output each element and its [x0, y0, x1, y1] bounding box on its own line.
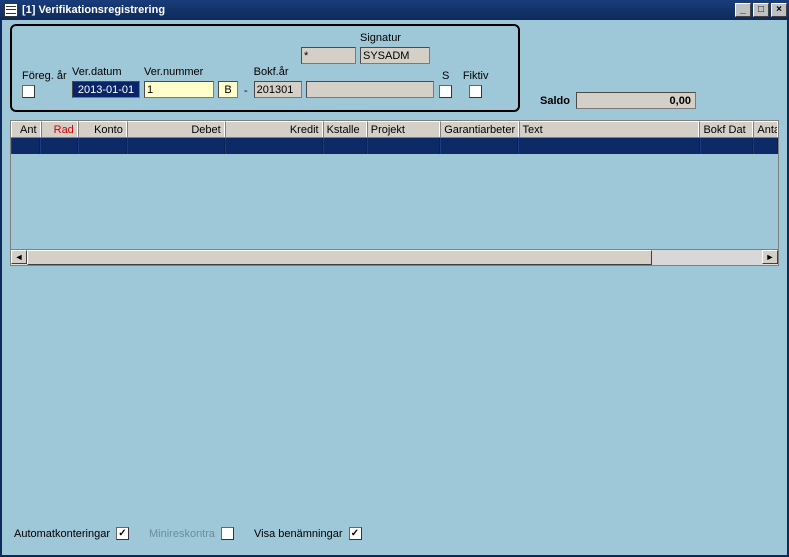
scroll-thumb[interactable]: [27, 250, 652, 265]
saldo-group: Saldo 0,00: [540, 92, 696, 109]
app-icon: [4, 3, 18, 17]
verification-grid: AntRadKontoDebetKreditKstalleProjektGara…: [10, 120, 779, 266]
saldo-label: Saldo: [540, 95, 570, 107]
column-header[interactable]: Garantiarbeter: [440, 121, 518, 137]
column-header[interactable]: Ant: [11, 121, 41, 137]
bokf-ar-input[interactable]: 201301: [254, 81, 302, 98]
scroll-track[interactable]: [27, 250, 762, 265]
bokf-ar-label: Bokf.år: [254, 66, 302, 78]
foreg-ar-checkbox[interactable]: [22, 85, 35, 98]
signatur-label: Signatur: [360, 32, 430, 44]
signatur-top-label: [301, 32, 356, 44]
saldo-value: 0,00: [576, 92, 696, 109]
scroll-left-button[interactable]: ◄: [11, 250, 27, 264]
column-header[interactable]: Rad: [41, 121, 78, 137]
ver-nummer-label: Ver.nummer: [144, 66, 214, 78]
fiktiv-label: Fiktiv: [463, 70, 489, 82]
column-header[interactable]: Text: [519, 121, 700, 137]
bottom-bar: Automatkonteringar ✓ Minireskontra Visa …: [14, 527, 362, 540]
s-checkbox[interactable]: [439, 85, 452, 98]
header-form: * Signatur SYSADM Föreg. år Ver.datum 20…: [10, 24, 520, 112]
content-area: * Signatur SYSADM Föreg. år Ver.datum 20…: [0, 20, 789, 557]
column-header[interactable]: Anta: [753, 121, 778, 137]
ver-datum-input[interactable]: 2013-01-01: [72, 81, 140, 98]
visa-benamningar-label: Visa benämningar: [254, 528, 342, 540]
window-controls: _ □ ×: [735, 3, 787, 17]
signatur-star-field[interactable]: *: [301, 47, 356, 64]
column-header[interactable]: Debet: [127, 121, 225, 137]
dash-separator: -: [242, 85, 250, 98]
foreg-ar-label: Föreg. år: [22, 70, 67, 82]
ver-nummer-input[interactable]: 1: [144, 81, 214, 98]
column-header[interactable]: Projekt: [367, 121, 440, 137]
automatkonteringar-label: Automatkonteringar: [14, 528, 110, 540]
maximize-button[interactable]: □: [753, 3, 769, 17]
ver-suffix-input[interactable]: B: [218, 81, 238, 98]
grid-body[interactable]: [10, 138, 779, 250]
ver-suffix-spacer: [218, 66, 238, 78]
scroll-right-button[interactable]: ►: [762, 250, 778, 264]
close-button[interactable]: ×: [771, 3, 787, 17]
column-header[interactable]: Kredit: [225, 121, 323, 137]
minimize-button[interactable]: _: [735, 3, 751, 17]
title-bar: [1] Verifikationsregistrering _ □ ×: [0, 0, 789, 20]
s-label: S: [442, 70, 449, 82]
visa-benamningar-checkbox[interactable]: ✓: [349, 527, 362, 540]
signatur-value-field[interactable]: SYSADM: [360, 47, 430, 64]
extra-field[interactable]: [306, 81, 434, 98]
column-header[interactable]: Kstalle: [323, 121, 367, 137]
window-title: [1] Verifikationsregistrering: [22, 4, 735, 16]
grid-header: AntRadKontoDebetKreditKstalleProjektGara…: [10, 120, 779, 138]
extra-spacer: [306, 66, 434, 78]
minireskontra-label: Minireskontra: [149, 528, 215, 540]
minireskontra-checkbox[interactable]: [221, 527, 234, 540]
column-header[interactable]: Konto: [78, 121, 127, 137]
ver-datum-label: Ver.datum: [72, 66, 140, 78]
column-header[interactable]: Bokf Dat: [699, 121, 753, 137]
grid-selected-row[interactable]: [11, 138, 778, 154]
horizontal-scrollbar[interactable]: ◄ ►: [10, 250, 779, 266]
fiktiv-checkbox[interactable]: [469, 85, 482, 98]
automatkonteringar-checkbox[interactable]: ✓: [116, 527, 129, 540]
